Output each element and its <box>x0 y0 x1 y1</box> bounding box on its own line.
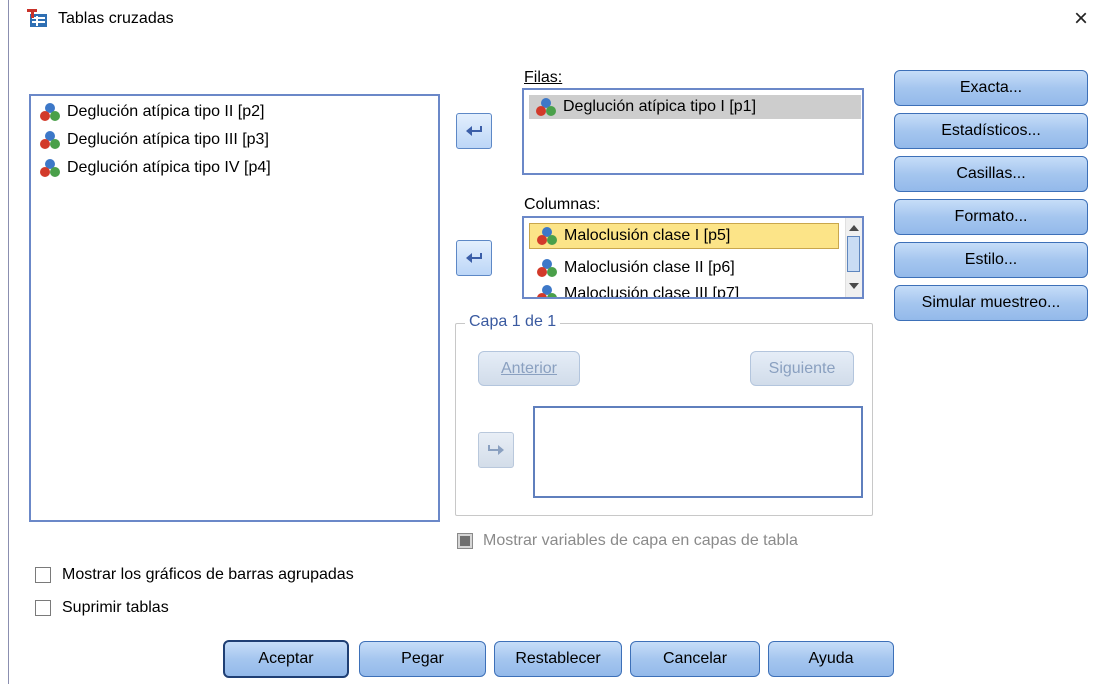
suppress-tables-label: Suprimir tablas <box>62 599 169 616</box>
move-to-rows-button[interactable] <box>456 113 492 149</box>
move-to-layer-button[interactable] <box>478 432 514 468</box>
list-item[interactable]: Maloclusión clase I [p5] <box>529 223 839 249</box>
nominal-variable-icon <box>537 227 557 245</box>
columns-scrollbar[interactable] <box>845 218 862 297</box>
arrow-left-icon <box>466 126 482 136</box>
columns-list[interactable]: Maloclusión clase I [p5] Maloclusión cla… <box>522 216 864 299</box>
scroll-down-icon[interactable] <box>846 278 861 293</box>
list-item[interactable]: Deglución atípica tipo I [p1] <box>529 95 861 119</box>
scrollbar-thumb[interactable] <box>847 236 860 272</box>
clustered-bars-label: Mostrar los gráficos de barras agrupadas <box>62 566 354 583</box>
exact-button[interactable]: Exacta... <box>894 70 1088 106</box>
cells-button[interactable]: Casillas... <box>894 156 1088 192</box>
nominal-variable-icon <box>40 131 60 149</box>
list-item-label: Deglución atípica tipo I [p1] <box>563 98 757 115</box>
reset-button[interactable]: Restablecer <box>494 641 622 677</box>
show-layer-vars-label: Mostrar variables de capa en capas de ta… <box>483 532 798 549</box>
nominal-variable-icon <box>537 259 557 277</box>
list-item-label: Maloclusión clase III [p7] <box>564 285 740 299</box>
ok-button[interactable]: Aceptar <box>223 640 349 678</box>
list-item-label: Deglución atípica tipo IV [p4] <box>67 159 271 176</box>
window-title: Tablas cruzadas <box>58 10 174 27</box>
bootstrap-button[interactable]: Simular muestreo... <box>894 285 1088 321</box>
rows-label: Filas: <box>524 69 563 86</box>
list-item[interactable]: Maloclusión clase II [p6] <box>536 256 735 280</box>
layer-legend: Capa 1 de 1 <box>465 313 561 331</box>
help-button[interactable]: Ayuda <box>768 641 894 677</box>
columns-label: Columnas: <box>524 196 601 213</box>
crosstabs-app-icon <box>27 9 47 27</box>
move-to-columns-button[interactable] <box>456 240 492 276</box>
cancel-button[interactable]: Cancelar <box>630 641 760 677</box>
list-item-label: Maloclusión clase II [p6] <box>564 259 735 276</box>
format-button[interactable]: Formato... <box>894 199 1088 235</box>
statistics-button[interactable]: Estadísticos... <box>894 113 1088 149</box>
suppress-tables-checkbox[interactable] <box>35 600 51 616</box>
list-item[interactable]: Maloclusión clase III [p7] <box>536 282 740 299</box>
list-item[interactable]: Deglución atípica tipo II [p2] <box>39 100 264 124</box>
source-variable-list[interactable]: Deglución atípica tipo II [p2] Deglución… <box>29 94 440 522</box>
clustered-bars-checkbox[interactable] <box>35 567 51 583</box>
scroll-up-icon[interactable] <box>846 220 861 235</box>
arrow-left-icon <box>466 253 482 263</box>
list-item-label: Deglución atípica tipo III [p3] <box>67 131 269 148</box>
style-button[interactable]: Estilo... <box>894 242 1088 278</box>
list-item[interactable]: Deglución atípica tipo IV [p4] <box>39 156 271 180</box>
nominal-variable-icon <box>40 159 60 177</box>
nominal-variable-icon <box>536 98 556 116</box>
close-icon[interactable]: × <box>1066 2 1096 36</box>
window-left-edge <box>8 0 9 684</box>
nominal-variable-icon <box>537 285 557 297</box>
list-item-label: Maloclusión clase I [p5] <box>564 227 731 244</box>
next-layer-button[interactable]: Siguiente <box>750 351 854 386</box>
show-layer-vars-checkbox[interactable] <box>457 533 473 549</box>
list-item-label: Deglución atípica tipo II [p2] <box>67 103 265 120</box>
paste-button[interactable]: Pegar <box>359 641 486 677</box>
previous-layer-button[interactable]: Anterior <box>478 351 580 386</box>
arrow-right-icon <box>488 445 504 455</box>
rows-list[interactable]: Deglución atípica tipo I [p1] <box>522 88 864 175</box>
nominal-variable-icon <box>40 103 60 121</box>
layer-list[interactable] <box>533 406 863 498</box>
list-item[interactable]: Deglución atípica tipo III [p3] <box>39 128 269 152</box>
